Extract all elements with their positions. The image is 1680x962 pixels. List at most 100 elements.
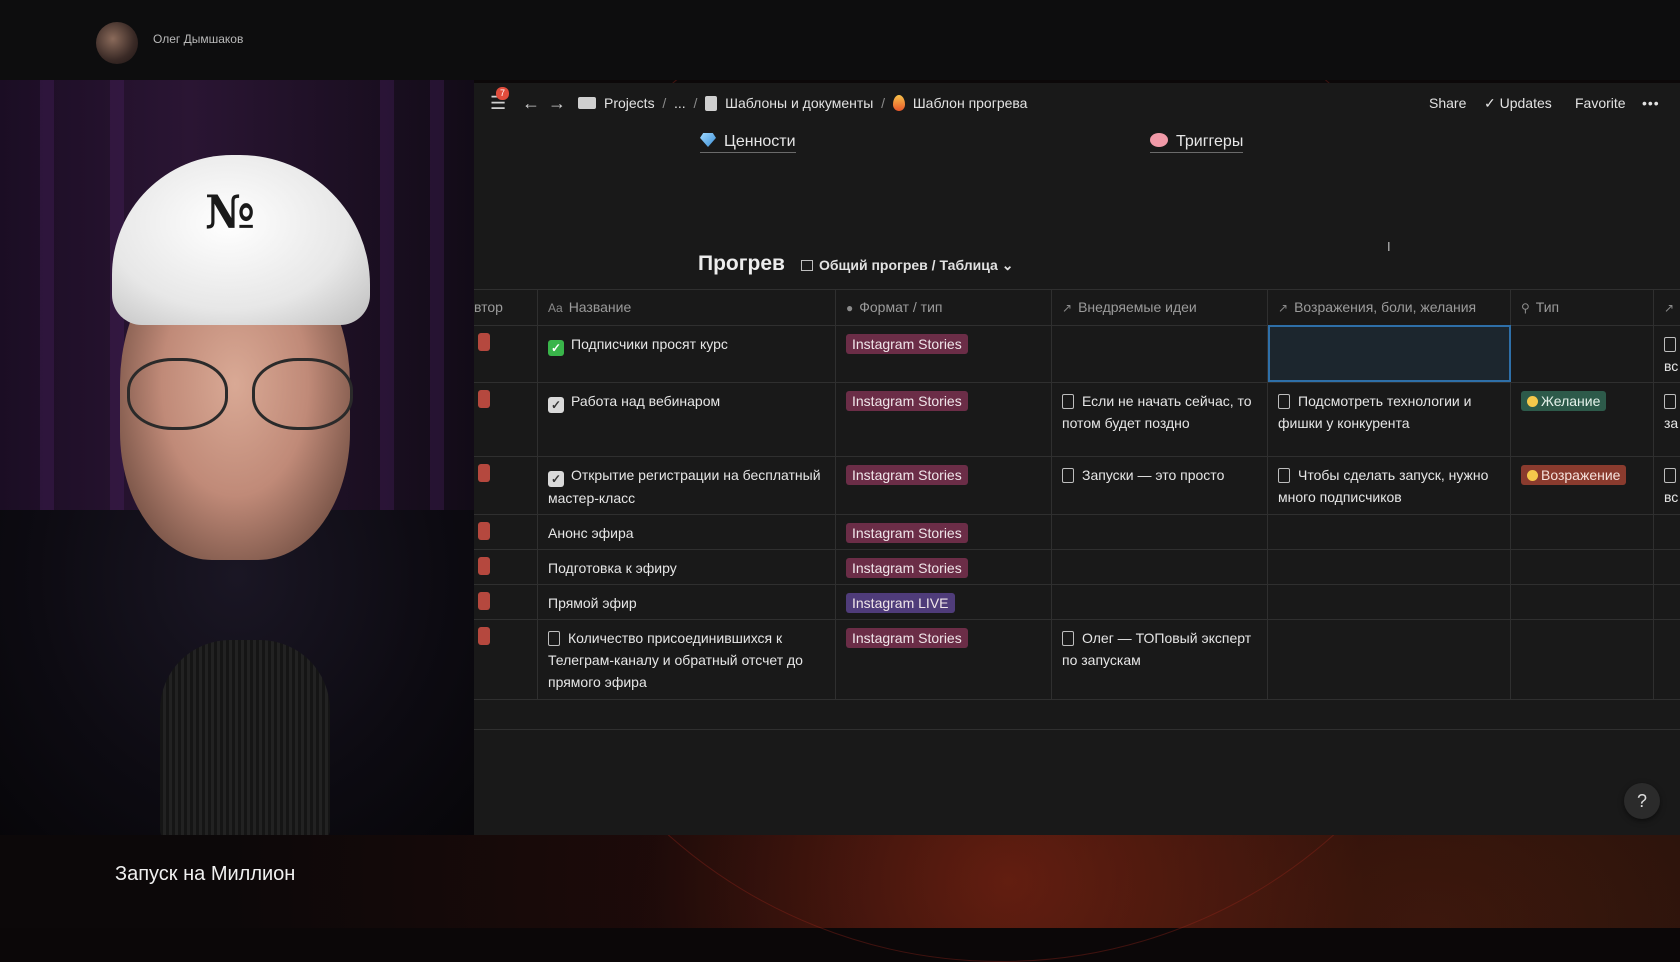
type-cell[interactable] [1511,584,1654,619]
extra-cell[interactable] [1654,549,1680,584]
extra-cell[interactable] [1654,584,1680,619]
objections-cell[interactable]: Подсмотреть технологии и фишки у конкуре… [1268,382,1511,456]
column-name[interactable]: Aa Название [538,290,836,325]
breadcrumb-templates[interactable]: Шаблоны и документы [725,95,873,111]
idea-link[interactable]: Если не начать сейчас, то потом будет по… [1062,393,1252,431]
type-cell[interactable] [1511,549,1654,584]
ideas-cell[interactable]: Запуски — это просто [1052,456,1268,514]
extra-link[interactable]: вс [1664,358,1678,374]
author-cell[interactable] [474,549,538,584]
back-arrow-icon[interactable]: ← [522,93,540,114]
objections-cell[interactable]: Чтобы сделать запуск, нужно много подпис… [1268,456,1511,514]
table-row[interactable]: Прямой эфир Instagram LIVE [474,584,1680,620]
ideas-cell[interactable] [1052,514,1268,549]
ideas-cell[interactable] [1052,584,1268,619]
idea-link[interactable]: Запуски — это просто [1082,467,1224,483]
check-icon: ✓ [1484,95,1500,111]
database-title[interactable]: Прогрев [698,252,785,276]
format-tag: Instagram Stories [846,391,968,411]
column-extra[interactable]: ↗ [1654,290,1680,325]
extra-cell[interactable]: вс [1654,456,1680,514]
type-cell[interactable]: Возражение [1511,456,1654,514]
row-title[interactable]: Работа над вебинаром [571,393,720,409]
ideas-cell[interactable] [1052,549,1268,584]
column-type[interactable]: ⚲ Тип [1511,290,1654,325]
stream-top-bar: Олег Дымшаков [0,0,1680,80]
row-title[interactable]: Анонс эфира [548,525,634,541]
author-cell[interactable] [474,456,538,514]
name-cell[interactable]: ✓ Работа над вебинаром [538,382,836,456]
breadcrumb-projects[interactable]: Projects [604,95,655,111]
column-ideas[interactable]: ↗ Внедряемые идеи [1052,290,1268,325]
author-cell[interactable] [474,325,538,382]
table-row[interactable]: ✓ Открытие регистрации на бесплатный маст… [474,456,1680,515]
extra-cell[interactable]: за [1654,382,1680,456]
type-cell[interactable] [1511,325,1654,382]
extra-cell[interactable]: вс [1654,325,1680,382]
fire-icon [892,95,905,111]
format-cell[interactable]: Instagram Stories [836,325,1052,382]
link-triggers[interactable]: Триггеры [1150,133,1244,153]
extra-cell[interactable] [1654,514,1680,549]
format-cell[interactable]: Instagram Stories [836,456,1052,514]
column-format[interactable]: ● Формат / тип [836,290,1052,325]
column-author[interactable]: втор [474,290,538,325]
forward-arrow-icon[interactable]: → [548,93,566,114]
table-row[interactable]: Анонс эфира Instagram Stories [474,514,1680,550]
type-cell[interactable] [1511,514,1654,549]
objection-link[interactable]: Чтобы сделать запуск, нужно много подпис… [1278,467,1488,505]
share-button[interactable]: Share [1429,95,1466,111]
extra-link[interactable]: за [1664,415,1678,431]
row-title[interactable]: Прямой эфир [548,595,637,611]
format-tag: Instagram Stories [846,465,968,485]
table-row[interactable]: Подготовка к эфиру Instagram Stories [474,549,1680,585]
favorite-button[interactable]: Favorite [1575,95,1626,111]
name-cell[interactable]: Количество присоединившихся к Телеграм-к… [538,619,836,699]
format-cell[interactable]: Instagram Stories [836,549,1052,584]
extra-link[interactable]: вс [1664,489,1678,505]
author-cell[interactable] [474,584,538,619]
objection-link[interactable]: Подсмотреть технологии и фишки у конкуре… [1278,393,1471,431]
name-cell[interactable]: Анонс эфира [538,514,836,549]
row-title[interactable]: Подписчики просят курс [571,336,728,352]
table-view-icon [801,260,813,271]
objections-cell[interactable] [1268,514,1511,549]
objections-cell[interactable] [1268,584,1511,619]
type-cell[interactable]: Желание [1511,382,1654,456]
table-row[interactable]: ✓ Работа над вебинаром Instagram Stories Ес… [474,382,1680,457]
name-cell[interactable]: ✓ Подписчики просят курс [538,325,836,382]
more-options-icon[interactable]: ••• [1642,95,1660,111]
name-cell[interactable]: ✓ Открытие регистрации на бесплатный маст… [538,456,836,514]
name-cell[interactable]: Подготовка к эфиру [538,549,836,584]
format-cell[interactable]: Instagram Stories [836,382,1052,456]
breadcrumb-ellipsis[interactable]: ... [674,95,686,111]
breadcrumb-current-page[interactable]: Шаблон прогрева [913,95,1028,111]
view-switcher[interactable]: Общий прогрев / Таблица ⌄ [801,257,1013,274]
name-cell[interactable]: Прямой эфир [538,584,836,619]
link-values[interactable]: Ценности [700,133,796,153]
row-title[interactable]: Подготовка к эфиру [548,560,677,576]
document-icon [1664,468,1676,483]
author-cell[interactable] [474,514,538,549]
extra-cell[interactable] [1654,619,1680,699]
format-cell[interactable]: Instagram Stories [836,514,1052,549]
ideas-cell[interactable] [1052,325,1268,382]
idea-link[interactable]: Олег — ТОПовый эксперт по запускам [1062,630,1251,668]
author-cell[interactable] [474,382,538,456]
type-cell[interactable] [1511,619,1654,699]
objections-cell[interactable] [1268,619,1511,699]
row-title[interactable]: Количество присоединившихся к Телеграм-к… [548,630,803,690]
author-cell[interactable] [474,619,538,699]
ideas-cell[interactable]: Если не начать сейчас, то потом будет по… [1052,382,1268,456]
help-button[interactable]: ? [1624,783,1660,819]
format-cell[interactable]: Instagram Stories [836,619,1052,699]
ideas-cell[interactable]: Олег — ТОПовый эксперт по запускам [1052,619,1268,699]
column-objections[interactable]: ↗ Возражения, боли, желания [1268,290,1511,325]
objections-cell[interactable] [1268,549,1511,584]
table-row[interactable]: Количество присоединившихся к Телеграм-к… [474,619,1680,700]
document-icon [1062,394,1074,409]
relation-icon: ↗ [1062,301,1073,315]
row-title[interactable]: Открытие регистрации на бесплатный масте… [548,467,821,506]
format-cell[interactable]: Instagram LIVE [836,584,1052,619]
updates-button[interactable]: ✓ Updates [1484,95,1552,112]
